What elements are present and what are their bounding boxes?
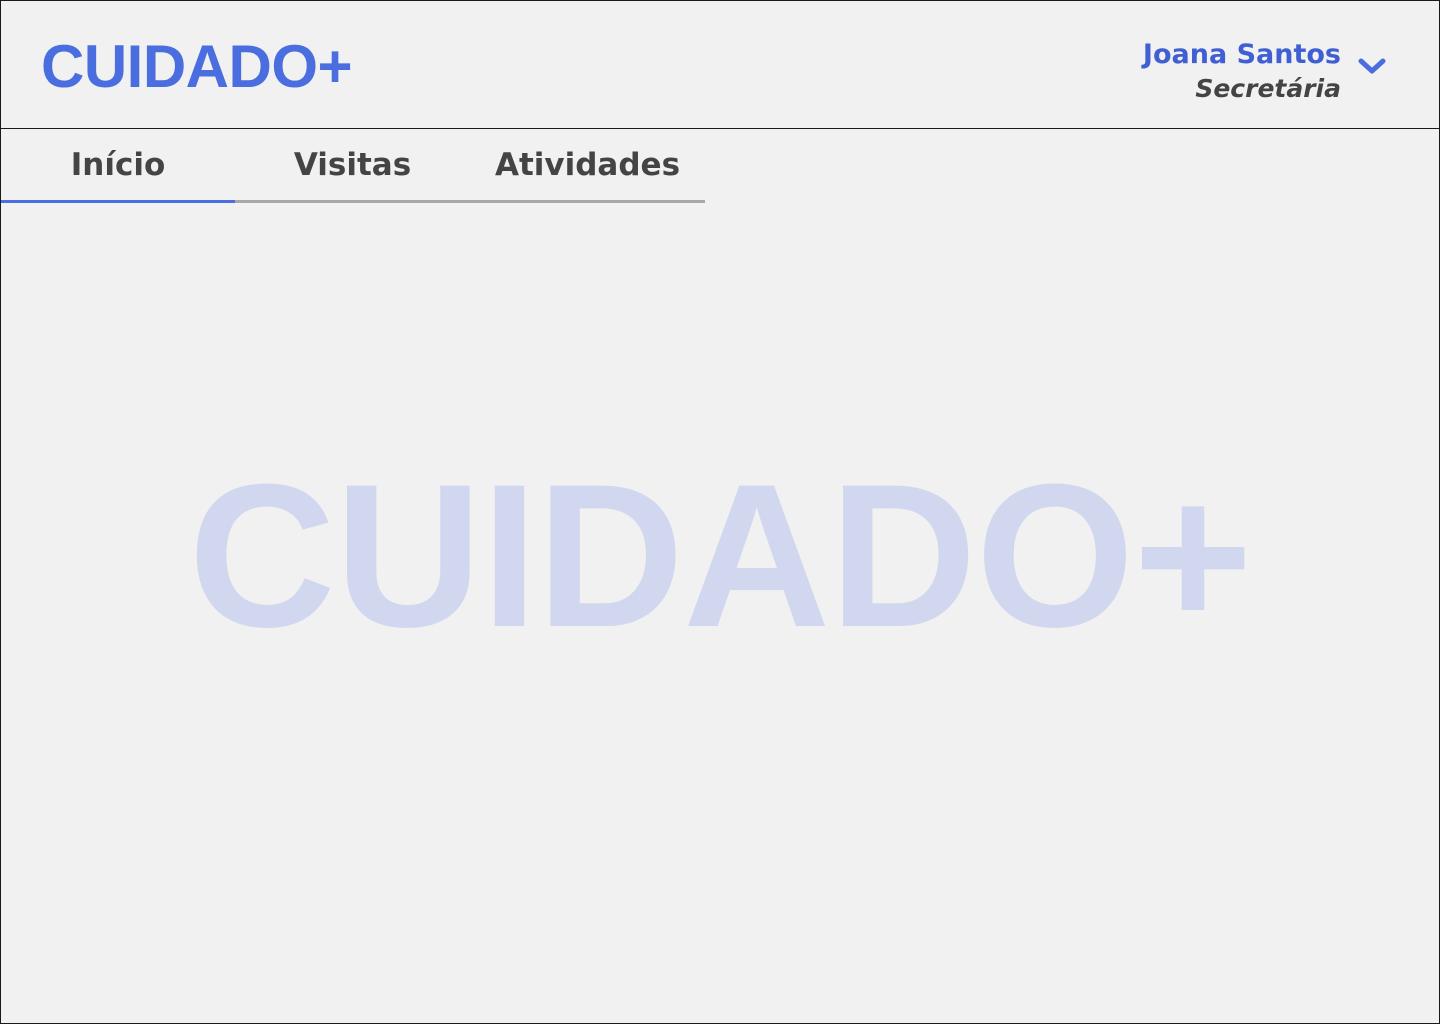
- tab-inicio[interactable]: Início: [1, 130, 235, 203]
- chevron-down-icon[interactable]: [1357, 56, 1387, 76]
- user-info: Joana Santos Secretária: [1143, 37, 1341, 105]
- brand-watermark: CUIDADO+: [188, 442, 1252, 670]
- app-window: CUIDADO+ Joana Santos Secretária Início …: [0, 0, 1440, 1024]
- app-logo[interactable]: CUIDADO+: [41, 31, 353, 103]
- main-tabs: Início Visitas Atividades: [1, 130, 705, 203]
- top-header: CUIDADO+ Joana Santos Secretária: [1, 1, 1439, 129]
- user-role: Secretária: [1195, 74, 1341, 103]
- user-name: Joana Santos: [1142, 39, 1341, 70]
- tab-atividades[interactable]: Atividades: [470, 130, 705, 203]
- user-menu[interactable]: Joana Santos Secretária: [1143, 37, 1387, 105]
- tab-visitas[interactable]: Visitas: [235, 130, 470, 203]
